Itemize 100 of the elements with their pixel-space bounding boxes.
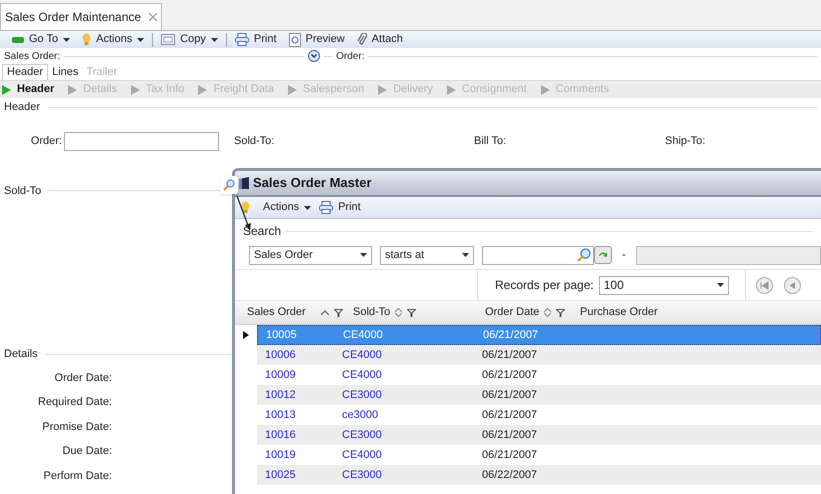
copy-icon <box>161 34 176 46</box>
table-cell-text: 06/21/2007 <box>482 368 538 383</box>
field-label: Required Date: <box>37 395 112 410</box>
play-arrow-icon <box>130 84 140 94</box>
table-cell-text: CE4000 <box>343 328 384 343</box>
lightbulb-icon <box>82 33 92 46</box>
column-header[interactable]: Order Date <box>485 304 540 321</box>
caret-icon <box>63 38 70 42</box>
table-cell-text: CE4000 <box>342 448 383 463</box>
field-label: Bill To: <box>474 134 508 149</box>
dropdown[interactable]: starts at <box>380 246 474 264</box>
table-cell-text: CE3000 <box>342 428 383 443</box>
first-page-icon <box>756 276 773 294</box>
table-cell-text: 06/21/2007 <box>482 408 538 423</box>
column-header[interactable]: Purchase Order <box>580 304 658 321</box>
lookup-button[interactable] <box>220 176 238 194</box>
table-row[interactable]: 10006 CE4000 06/21/2007 <box>257 345 821 365</box>
caret-icon <box>360 253 367 257</box>
paperclip-icon <box>356 33 367 46</box>
print-button[interactable]: Print <box>230 31 281 48</box>
field-label: Sold-To: <box>234 134 276 149</box>
table-cell-text: 10025 <box>265 468 297 483</box>
field-label: Sales Order: <box>4 50 60 64</box>
table-cell-text: 10012 <box>265 388 297 403</box>
dropdown-circle-icon <box>308 50 320 62</box>
table-cell-text: 10005 <box>266 328 298 343</box>
attach-button[interactable]: Attach <box>352 31 407 48</box>
play-arrow-icon <box>68 84 78 94</box>
group-title: Header <box>4 100 40 115</box>
range-separator: - <box>621 248 627 263</box>
field-label: Order Date: <box>54 370 112 386</box>
table-cell-text: 06/21/2007 <box>482 428 538 443</box>
field-label: Order: <box>30 134 63 149</box>
table-cell-text: 10013 <box>265 408 297 423</box>
bar-icon <box>12 36 24 44</box>
table-cell-text: CE3000 <box>342 388 383 403</box>
field-label: Records per page: <box>495 277 594 294</box>
preview-button[interactable]: Preview <box>284 31 349 48</box>
print-button[interactable]: Print <box>317 199 363 216</box>
table-cell-text: 10016 <box>265 428 297 443</box>
step-link[interactable]: Header <box>2 81 54 98</box>
close-icon <box>149 13 158 21</box>
range-end-field[interactable] <box>636 246 821 264</box>
column-header[interactable]: Sold-To <box>353 304 390 321</box>
window-logo-icon <box>239 177 249 189</box>
play-arrow-icon <box>2 84 11 94</box>
table-cell-text: 06/21/2007 <box>482 448 538 463</box>
play-arrow-icon <box>198 84 208 94</box>
printer-icon <box>234 33 249 46</box>
field-label: Perform Date: <box>42 468 112 484</box>
table-row[interactable]: 10016 CE3000 06/21/2007 <box>257 425 821 445</box>
lightbulb-icon <box>241 201 250 214</box>
caret-icon <box>137 38 144 42</box>
play-arrow-icon <box>288 84 297 94</box>
table-cell-text: 10006 <box>265 348 297 363</box>
document-preview-icon <box>288 32 301 46</box>
table-row[interactable]: 10025 CE3000 06/22/2007 <box>257 465 821 485</box>
table-cell-text: 06/21/2007 <box>482 348 538 363</box>
tab[interactable]: Lines <box>48 64 82 80</box>
table-cell-text: 10019 <box>265 448 297 463</box>
search-input-field[interactable] <box>482 246 594 264</box>
search-icon <box>223 179 235 191</box>
table-cell-text: 10009 <box>265 368 297 383</box>
actions-button[interactable]: Actions <box>78 31 148 48</box>
go-button[interactable] <box>594 246 612 264</box>
table-cell-text: 06/21/2007 <box>482 388 538 403</box>
table-cell-text: 06/22/2007 <box>482 468 538 483</box>
order-input-field[interactable] <box>64 132 219 150</box>
play-arrow-icon <box>446 84 456 94</box>
group-title: Search <box>243 223 282 240</box>
previous-page-icon <box>784 276 801 294</box>
dropdown[interactable]: Sales Order <box>249 246 372 264</box>
curved-arrow-icon <box>598 251 608 259</box>
field-label: Ship-To: <box>665 134 706 149</box>
copy-button[interactable]: Copy <box>157 31 222 48</box>
play-arrow-icon <box>378 84 388 94</box>
column-header[interactable]: Sales Order <box>247 304 306 321</box>
field-label: Promise Date: <box>41 420 112 434</box>
group-title: Details <box>4 347 38 362</box>
caret-icon <box>210 38 218 42</box>
printer-icon <box>319 201 334 214</box>
document-tab[interactable]: Sales Order Maintenance <box>0 3 162 30</box>
table-cell-text: CE4000 <box>342 368 383 383</box>
caret-icon <box>716 283 724 287</box>
goto-button[interactable]: Go To <box>8 31 74 48</box>
dropdown[interactable]: 100 <box>598 276 729 294</box>
table-cell-text: 06/21/2007 <box>483 328 540 343</box>
window-title: Sales Order Master <box>253 174 372 192</box>
search-icon <box>577 248 591 262</box>
table-row[interactable]: 10012 CE3000 06/21/2007 <box>257 385 821 405</box>
group-title: Sold-To <box>4 184 42 198</box>
table-cell-text: CE3000 <box>342 468 383 483</box>
row-pointer-icon <box>243 331 249 339</box>
table-cell-text: CE4000 <box>342 348 383 363</box>
play-arrow-icon <box>540 84 550 94</box>
tab[interactable]: Header <box>2 64 48 80</box>
table-cell-text: ce3000 <box>342 408 380 423</box>
actions-button[interactable]: Actions <box>239 199 314 216</box>
field-label: Order: <box>336 50 364 64</box>
field-label: Due Date: <box>61 444 112 459</box>
